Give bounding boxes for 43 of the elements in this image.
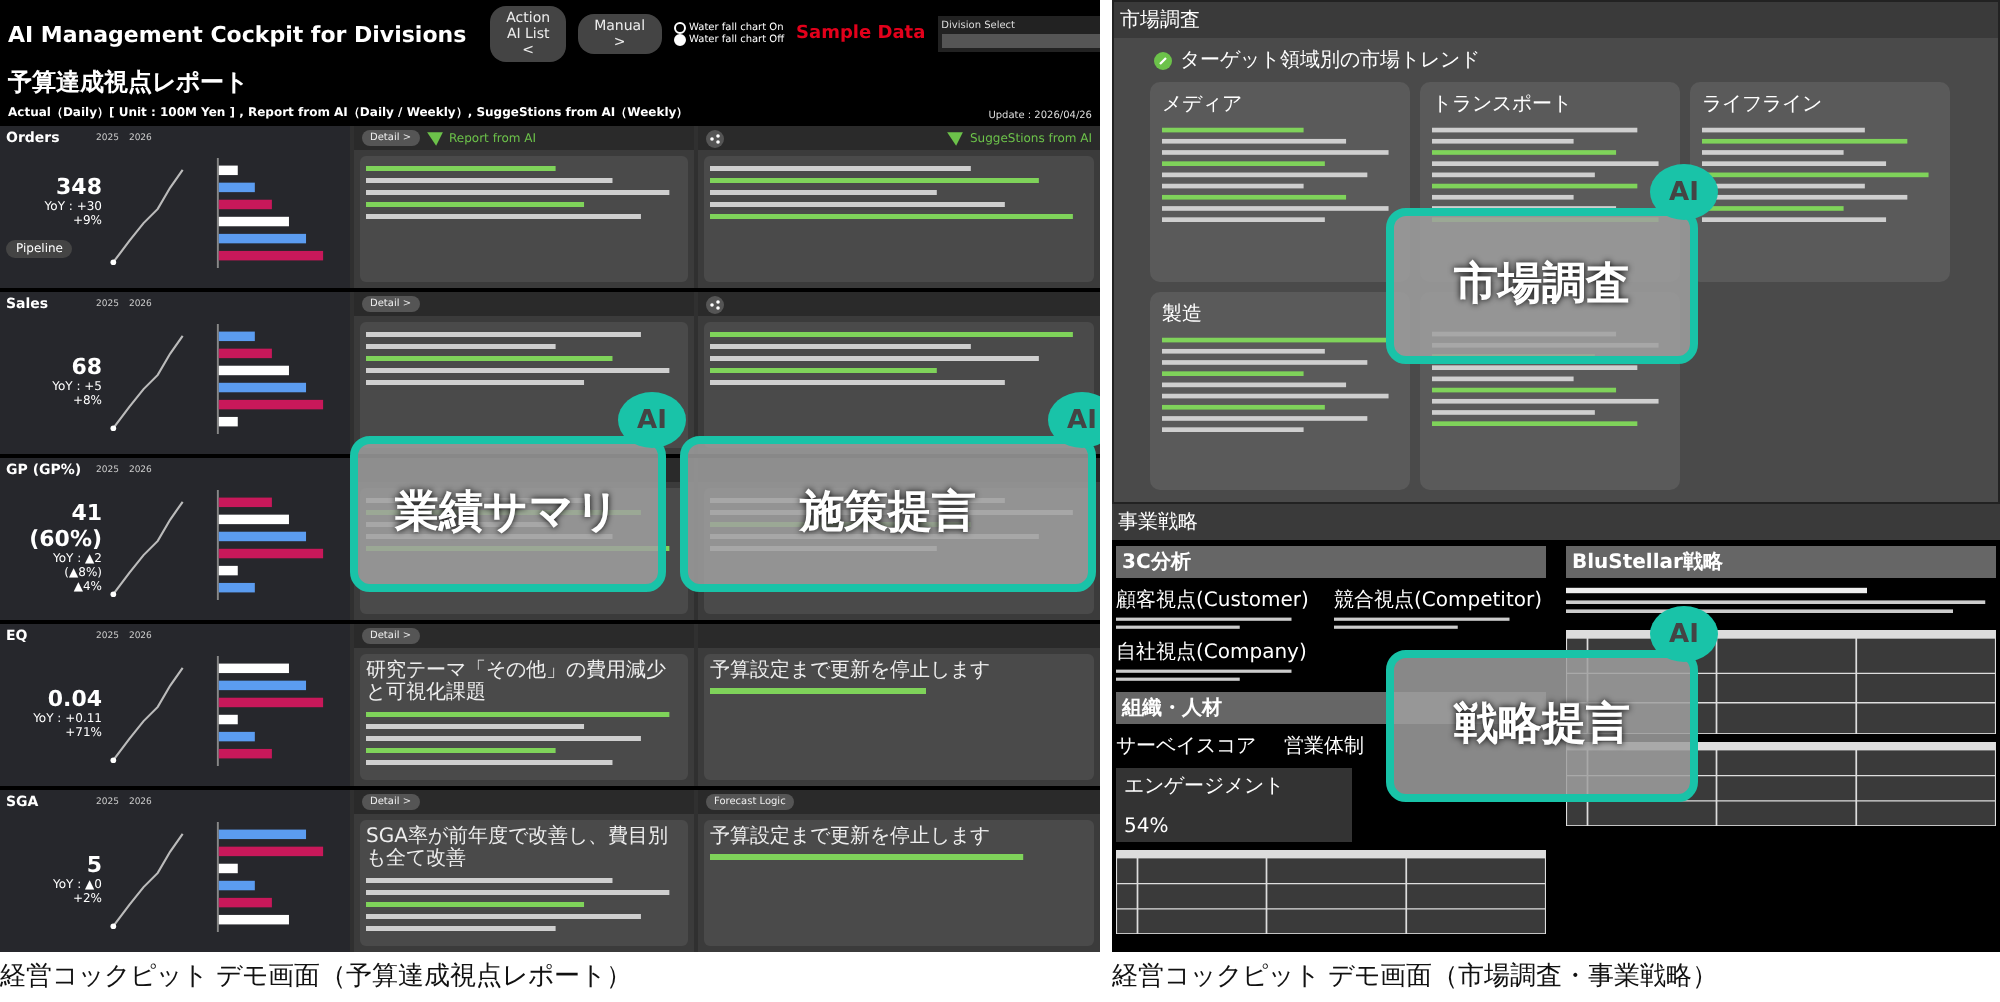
share-icon[interactable] (706, 129, 724, 147)
callout-label: 業績サマリ (395, 492, 621, 536)
callout-label: 市場調査 (1454, 264, 1630, 308)
survey-title: サーベイスコア (1116, 734, 1256, 760)
metric-value: 0.04 (47, 686, 102, 712)
metric-value: 41 (71, 500, 102, 526)
metric-value: (60%) (29, 526, 102, 552)
suggestion-title: 予算設定まで更新を停止します (710, 660, 992, 682)
card-title: ライフライン (1702, 92, 1824, 118)
bar-chart-drawing (214, 656, 326, 766)
callout-label: 施策提言 (800, 492, 976, 536)
sample-data-label: Sample Data (796, 24, 926, 44)
app-title: AI Management Cockpit for Divisions (8, 21, 467, 47)
bar-chart-drawing (214, 324, 326, 434)
caption: 経営コックピット デモ画面（市場調査・事業戦略） (1112, 960, 1721, 994)
analysis-heading: 顧客視点(Customer) (1116, 587, 1311, 614)
card-title: メディア (1162, 92, 1244, 118)
summary-title: SGA率が前年度で改善し、費目別も全て改善 (366, 826, 670, 870)
report-title: 予算達成視点レポート (6, 66, 250, 100)
section-header: 事業戦略 (1112, 504, 2000, 540)
bar-chart-drawing (214, 158, 326, 268)
engagement-value: 54% (1124, 816, 1171, 838)
bar-chart-drawing (214, 490, 326, 600)
caption: 経営コックピット デモ画面（予算達成視点レポート） (0, 960, 635, 994)
sales-title: 営業体制 (1284, 733, 1364, 760)
suggestion-title: 予算設定まで更新を停止します (710, 826, 992, 848)
analysis-heading: 自社視点(Company) (1116, 639, 1309, 666)
division-select-field[interactable] (941, 34, 1100, 48)
share-icon[interactable] (706, 295, 724, 313)
ai-badge: AI (1048, 392, 1100, 448)
metric-value: 348 (56, 173, 102, 199)
card-title: トランスポート (1432, 92, 1574, 118)
engagement-label: エンゲージメント (1124, 774, 1286, 800)
section-title: 3C分析 (1116, 546, 1546, 578)
section-header: 市場調査 (1114, 2, 1998, 38)
card-title: 製造 (1162, 301, 1204, 327)
market-subtitle: ターゲット領域別の市場トレンド (1180, 47, 1480, 74)
bar-chart-drawing (214, 822, 326, 932)
summary-title: 研究テーマ「その他」の費用減少と可視化課題 (366, 660, 668, 704)
metric-value: 68 (71, 354, 102, 380)
section-title: BluStellar戦略 (1566, 546, 1996, 578)
analysis-heading: 競合視点(Competitor) (1334, 587, 1544, 614)
metric-value: 5 (86, 852, 102, 878)
